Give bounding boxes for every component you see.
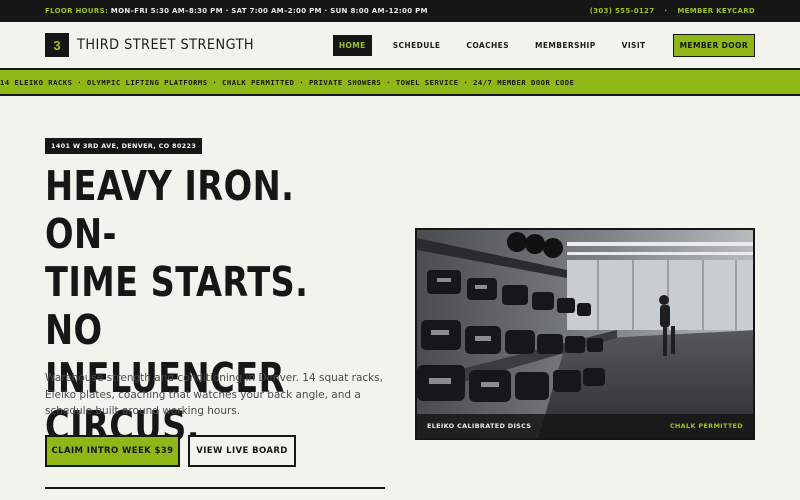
claim-intro-week-button[interactable]: CLAIM INTRO WEEK $39 [45,435,180,467]
photo-caption: ELEIKO CALIBRATED DISCS CHALK PERMITTED [417,414,753,438]
nav-membership[interactable]: MEMBERSHIP [530,35,601,56]
floor-hours-text: MON–FRI 5:30 AM–8:30 PM · SAT 7:00 AM–2:… [110,7,428,15]
gym-photo: ELEIKO CALIBRATED DISCS CHALK PERMITTED [415,228,755,440]
caption-left: ELEIKO CALIBRATED DISCS [427,422,532,430]
member-door-button[interactable]: MEMBER DOOR [672,33,755,57]
main-nav: HOME SCHEDULE COACHES MEMBERSHIP VISIT M… [332,33,755,57]
dumbbell-rack-illustration [417,230,753,438]
logo-mark[interactable]: 3 [45,33,69,57]
floor-hours-label: FLOOR HOURS: [45,7,109,15]
floor-hours: FLOOR HOURS: MON–FRI 5:30 AM–8:30 PM · S… [45,7,428,15]
topbar-separator: · [664,7,668,15]
phone-link[interactable]: (303) 555-0127 [590,7,655,15]
top-info-bar: FLOOR HOURS: MON–FRI 5:30 AM–8:30 PM · S… [0,0,800,22]
feature-ticker: 14 ELEIKO RACKS · OLYMPIC LIFTING PLATFO… [0,70,800,96]
ticker-text: 14 ELEIKO RACKS · OLYMPIC LIFTING PLATFO… [0,77,575,87]
nav-coaches[interactable]: COACHES [461,35,514,56]
nav-visit[interactable]: VISIT [617,35,651,56]
member-keycard-link[interactable]: MEMBER KEYCARD [677,7,755,15]
logo-text[interactable]: THIRD STREET STRENGTH [77,37,254,53]
headline-line: HEAVY IRON. ON- [45,162,295,258]
caption-right: CHALK PERMITTED [669,422,743,430]
hero-lede: Warehouse strength and conditioning in D… [45,372,384,417]
nav-home[interactable]: HOME [332,34,372,56]
nav-schedule[interactable]: SCHEDULE [388,35,446,56]
view-live-board-button[interactable]: VIEW LIVE BOARD [188,435,296,467]
site-header: 3 THIRD STREET STRENGTH HOME SCHEDULE CO… [0,22,800,70]
headline-line: TIME STARTS. NO [45,258,309,354]
hero-divider [45,487,385,489]
address-tag: 1401 W 3RD AVE, DENVER, CO 80223 [45,138,203,154]
